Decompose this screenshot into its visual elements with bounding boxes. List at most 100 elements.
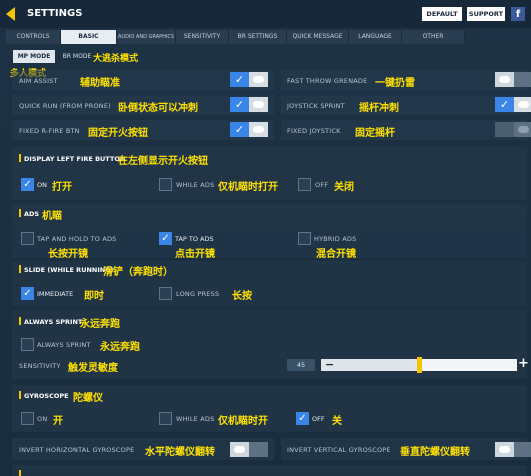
check-icon: ✓ [230, 97, 249, 112]
tab-controls[interactable]: CONTROLS [6, 30, 61, 44]
fixed-fire-label: FIXED R-FIRE BTN [19, 127, 80, 135]
always-sprint-option-cn: 永远奔跑 [100, 342, 140, 353]
display-left-fire-title-cn: 在左侧显示开火按钮 [118, 156, 208, 167]
fast-throw-label: FAST THROW GRENADE [287, 77, 368, 85]
section-marker [19, 265, 21, 273]
subtab-mp-mode[interactable]: MP MODE [13, 50, 55, 63]
tab-bar: CONTROLS BASIC AUDIO AND GRAPHICS SENSIT… [6, 30, 526, 44]
section-marker [19, 317, 21, 325]
ads-hold-checkbox[interactable] [21, 232, 34, 245]
section-marker [19, 391, 21, 399]
invert-vertical-toggle[interactable] [495, 442, 531, 457]
display-left-fire-off-cn: 关闭 [334, 182, 354, 193]
quick-run-toggle[interactable]: ✓ [230, 97, 268, 112]
ads-hybrid-cn: 混合开镜 [316, 249, 356, 260]
ads-hold-label: TAP AND HOLD TO ADS [37, 235, 117, 243]
joystick-sprint-cn: 摇杆冲刺 [359, 103, 399, 114]
ads-title: ADS [24, 210, 40, 218]
sensitivity-cn: 触发灵敏度 [68, 363, 118, 374]
fixed-joystick-toggle[interactable] [495, 122, 531, 137]
ads-tap-checkbox[interactable]: ✓ [159, 232, 172, 245]
slide-long-press-label: LONG PRESS [176, 290, 220, 298]
ads-tap-label: TAP TO ADS [175, 235, 214, 243]
display-left-fire-on-label: ON [37, 181, 47, 189]
fixed-fire-cn: 固定开火按钮 [88, 128, 148, 139]
ads-title-cn: 机瞄 [42, 211, 62, 222]
slide-title: SLIDE (WHILE RUNNING) [24, 266, 114, 274]
ads-hybrid-label: HYBRID ADS [314, 235, 357, 243]
tab-quick-message[interactable]: QUICK MESSAGE [287, 30, 349, 44]
display-left-fire-on-checkbox[interactable]: ✓ [21, 178, 34, 191]
support-button[interactable]: SUPPORT [467, 7, 505, 21]
slide-title-cn: 滑铲（奔跑时） [103, 267, 173, 278]
tab-br-settings[interactable]: BR SETTINGS [229, 30, 287, 44]
slide-immediate-checkbox[interactable]: ✓ [21, 287, 34, 300]
section-marker [19, 154, 21, 162]
tab-other[interactable]: OTHER [402, 30, 465, 44]
always-sprint-checkbox[interactable] [21, 338, 34, 351]
display-left-fire-while-ads-cn: 仅机瞄时打开 [218, 182, 278, 193]
gyroscope-while-ads-checkbox[interactable] [159, 412, 172, 425]
sensitivity-slider-fill [321, 359, 417, 371]
quick-run-label: QUICK RUN (FROM PRONE) [19, 102, 111, 110]
subtab-br-mode[interactable]: BR MODE [60, 50, 94, 63]
gyroscope-off-label: OFF [312, 415, 325, 423]
sensitivity-slider-thumb[interactable] [417, 357, 422, 373]
aim-assist-label: AIM ASSIST [19, 77, 58, 85]
close-icon [514, 72, 531, 87]
sensitivity-value: 45 [287, 359, 315, 371]
slide-long-press-cn: 长按 [232, 291, 252, 302]
invert-horizontal-label: INVERT HORIZONTAL GYROSCOPE [19, 446, 135, 454]
tab-audio-graphics[interactable]: AUDIO AND GRAPHICS [117, 30, 176, 44]
always-sprint-title-cn: 永远奔跑 [80, 319, 120, 330]
tab-language[interactable]: LANGUAGE [349, 30, 402, 44]
facebook-icon[interactable]: f [511, 7, 525, 21]
fixed-joystick-label: FIXED JOYSTICK [287, 127, 341, 135]
display-left-fire-title: DISPLAY LEFT FIRE BUTTON [24, 155, 126, 163]
gyroscope-while-ads-label: WHILE ADS [176, 415, 215, 423]
ads-hybrid-checkbox[interactable] [298, 232, 311, 245]
check-icon: ✓ [230, 72, 249, 87]
fixed-joystick-cn: 固定摇杆 [355, 128, 395, 139]
gyroscope-title: GYROSCOPE [24, 392, 69, 400]
gyroscope-while-ads-cn: 仅机瞄时开 [218, 416, 268, 427]
next-section-partial [12, 465, 527, 476]
display-left-fire-on-cn: 打开 [52, 182, 72, 193]
gyroscope-on-cn: 开 [53, 416, 63, 427]
sensitivity-label: SENSITIVITY [19, 362, 61, 370]
slide-long-press-checkbox[interactable] [159, 287, 172, 300]
sensitivity-minus-button[interactable]: − [325, 358, 334, 371]
back-arrow-icon[interactable] [6, 7, 15, 21]
gyroscope-off-checkbox[interactable]: ✓ [296, 412, 309, 425]
page-title: SETTINGS [27, 8, 83, 19]
display-left-fire-while-ads-checkbox[interactable] [159, 178, 172, 191]
display-left-fire-off-checkbox[interactable] [298, 178, 311, 191]
gyroscope-on-label: ON [37, 415, 48, 423]
aim-assist-toggle[interactable]: ✓ [230, 72, 268, 87]
tab-basic[interactable]: BASIC [61, 30, 117, 44]
joystick-sprint-label: JOYSTICK SPRINT [287, 102, 345, 110]
slide-immediate-label: IMMEDIATE [37, 290, 74, 298]
always-sprint-option-label: ALWAYS SPRINT [37, 341, 91, 349]
default-button[interactable]: DEFAULT [422, 7, 462, 21]
fixed-fire-toggle[interactable]: ✓ [230, 122, 268, 137]
ads-section [12, 204, 527, 258]
quick-run-cn: 卧倒状态可以冲刺 [118, 103, 198, 114]
sensitivity-plus-button[interactable]: + [518, 356, 529, 371]
section-marker [19, 470, 21, 476]
always-sprint-title: ALWAYS SPRINT [24, 318, 83, 326]
invert-horizontal-toggle[interactable] [230, 442, 268, 457]
ads-hold-cn: 长按开镜 [48, 249, 88, 260]
joystick-sprint-toggle[interactable]: ✓ [495, 97, 531, 112]
gyroscope-title-cn: 陀螺仪 [73, 393, 103, 404]
tab-sensitivity[interactable]: SENSITIVITY [176, 30, 229, 44]
aim-assist-cn: 辅助瞄准 [80, 78, 120, 89]
fast-throw-toggle[interactable] [495, 72, 531, 87]
section-marker [19, 209, 21, 217]
display-left-fire-while-ads-label: WHILE ADS [176, 181, 215, 189]
ads-tap-cn: 点击开镜 [175, 249, 215, 260]
gyroscope-on-checkbox[interactable] [21, 412, 34, 425]
check-icon: ✓ [495, 97, 514, 112]
close-icon [514, 442, 531, 457]
slide-immediate-cn: 即时 [84, 291, 104, 302]
